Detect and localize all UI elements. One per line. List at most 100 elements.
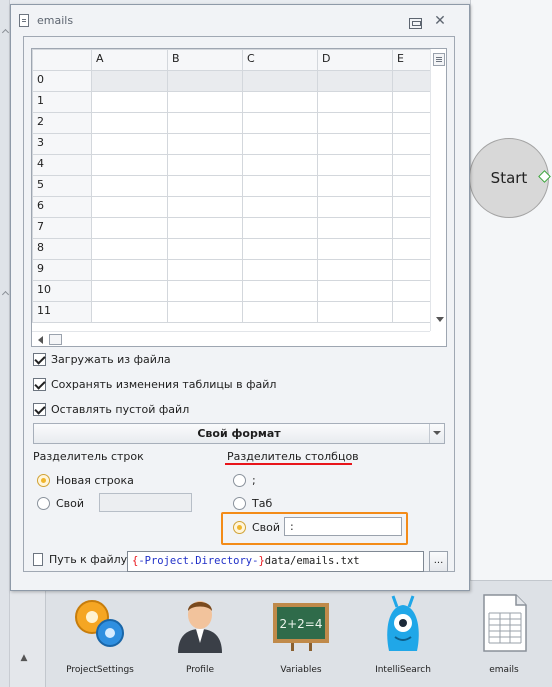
- col-sep-tab-radio[interactable]: [233, 497, 246, 510]
- table-cell[interactable]: [167, 259, 243, 281]
- table-grid[interactable]: A B C D E 0 1 2 3 4 5 6 7 8 9 10 11: [31, 48, 447, 347]
- table-cell[interactable]: [317, 112, 393, 134]
- table-cell[interactable]: [242, 154, 318, 176]
- table-cell[interactable]: [317, 259, 393, 281]
- table-cell[interactable]: [317, 217, 393, 239]
- table-cell[interactable]: [242, 196, 318, 218]
- table-cell[interactable]: [392, 175, 433, 197]
- table-cell[interactable]: [91, 133, 168, 155]
- table-cell[interactable]: [167, 154, 243, 176]
- table-cell[interactable]: [242, 175, 318, 197]
- col-sep-custom-radio[interactable]: [233, 521, 246, 534]
- table-cell[interactable]: [317, 154, 393, 176]
- table-cell[interactable]: [242, 133, 318, 155]
- format-dropdown-button[interactable]: Свой формат: [33, 423, 445, 444]
- dialog-titlebar[interactable]: emails: [11, 5, 469, 35]
- toolbar-item-intellisearch[interactable]: IntelliSearch: [363, 593, 443, 685]
- keep-empty-checkbox[interactable]: [33, 403, 46, 416]
- table-cell[interactable]: [91, 196, 168, 218]
- table-cell[interactable]: [392, 259, 433, 281]
- scroll-left-icon[interactable]: [38, 336, 43, 344]
- table-cell[interactable]: [167, 280, 243, 302]
- collapse-marker-icon[interactable]: [1, 290, 10, 299]
- table-cell[interactable]: [91, 238, 168, 260]
- table-cell[interactable]: [317, 70, 393, 92]
- table-cell[interactable]: [242, 70, 318, 92]
- project-canvas[interactable]: [470, 0, 552, 580]
- toolbar-item-variables[interactable]: 2+2=4 Variables: [261, 593, 341, 685]
- row-header[interactable]: 3: [32, 133, 92, 155]
- column-header[interactable]: C: [242, 49, 318, 71]
- col-sep-tab-option[interactable]: Таб: [233, 497, 272, 510]
- start-node[interactable]: Start: [469, 138, 549, 218]
- scroll-thumb[interactable]: [49, 334, 62, 345]
- table-cell[interactable]: [91, 112, 168, 134]
- table-cell[interactable]: [242, 238, 318, 260]
- keep-empty-option[interactable]: Оставлять пустой файл: [33, 403, 189, 416]
- table-cell[interactable]: [317, 238, 393, 260]
- toolbar-item-profile[interactable]: Profile: [160, 593, 240, 685]
- col-sep-semicolon-radio[interactable]: [233, 474, 246, 487]
- restore-button[interactable]: [409, 18, 422, 29]
- table-cell[interactable]: [91, 301, 168, 323]
- table-cell[interactable]: [317, 196, 393, 218]
- table-cell[interactable]: [91, 154, 168, 176]
- table-cell[interactable]: [167, 217, 243, 239]
- scroll-thumb[interactable]: [433, 53, 445, 66]
- table-cell[interactable]: [167, 91, 243, 113]
- table-cell[interactable]: [167, 196, 243, 218]
- table-cell[interactable]: [392, 154, 433, 176]
- save-changes-option[interactable]: Сохранять изменения таблицы в файл: [33, 378, 276, 391]
- column-header[interactable]: D: [317, 49, 393, 71]
- table-cell[interactable]: [242, 91, 318, 113]
- table-cell[interactable]: [91, 175, 168, 197]
- table-cell[interactable]: [91, 70, 168, 92]
- load-from-file-checkbox[interactable]: [33, 353, 46, 366]
- table-cell[interactable]: [242, 301, 318, 323]
- table-cell[interactable]: [242, 259, 318, 281]
- table-cell[interactable]: [91, 259, 168, 281]
- row-sep-custom-option[interactable]: Свой: [37, 497, 84, 510]
- row-header[interactable]: 7: [32, 217, 92, 239]
- col-sep-semicolon-option[interactable]: ;: [233, 474, 256, 487]
- row-header[interactable]: 8: [32, 238, 92, 260]
- table-cell[interactable]: [392, 238, 433, 260]
- file-path-input[interactable]: {-Project.Directory-}data/emails.txt: [127, 551, 424, 572]
- table-cell[interactable]: [392, 280, 433, 302]
- table-cell[interactable]: [167, 175, 243, 197]
- scroll-down-icon[interactable]: [436, 317, 444, 322]
- row-sep-custom-radio[interactable]: [37, 497, 50, 510]
- row-header[interactable]: 1: [32, 91, 92, 113]
- column-header[interactable]: A: [91, 49, 168, 71]
- table-cell[interactable]: [167, 112, 243, 134]
- table-cell[interactable]: [91, 217, 168, 239]
- table-cell[interactable]: [317, 301, 393, 323]
- table-cell[interactable]: [242, 217, 318, 239]
- row-header[interactable]: 9: [32, 259, 92, 281]
- table-cell[interactable]: [392, 133, 433, 155]
- table-cell[interactable]: [167, 133, 243, 155]
- column-header[interactable]: E: [392, 49, 433, 71]
- table-cell[interactable]: [392, 301, 433, 323]
- col-sep-custom-input[interactable]: :: [284, 517, 402, 536]
- toolbar-item-emails[interactable]: emails: [464, 593, 544, 685]
- table-cell[interactable]: [317, 91, 393, 113]
- row-header[interactable]: 4: [32, 154, 92, 176]
- chevron-down-icon[interactable]: [429, 424, 444, 443]
- table-cell[interactable]: [317, 175, 393, 197]
- table-cell[interactable]: [167, 301, 243, 323]
- table-cell[interactable]: [317, 280, 393, 302]
- toolbar-item-projectsettings[interactable]: ProjectSettings: [60, 593, 140, 685]
- table-cell[interactable]: [167, 70, 243, 92]
- corner-cell[interactable]: [32, 49, 92, 71]
- close-button[interactable]: ✕: [430, 11, 450, 31]
- browse-button[interactable]: ...: [429, 551, 448, 572]
- row-header[interactable]: 0: [32, 70, 92, 92]
- collapse-marker-icon[interactable]: [1, 28, 10, 37]
- table-cell[interactable]: [242, 112, 318, 134]
- table-cell[interactable]: [392, 112, 433, 134]
- column-header[interactable]: B: [167, 49, 243, 71]
- table-cell[interactable]: [392, 91, 433, 113]
- table-cell[interactable]: [91, 91, 168, 113]
- scroll-up-icon[interactable]: ▲: [16, 653, 32, 667]
